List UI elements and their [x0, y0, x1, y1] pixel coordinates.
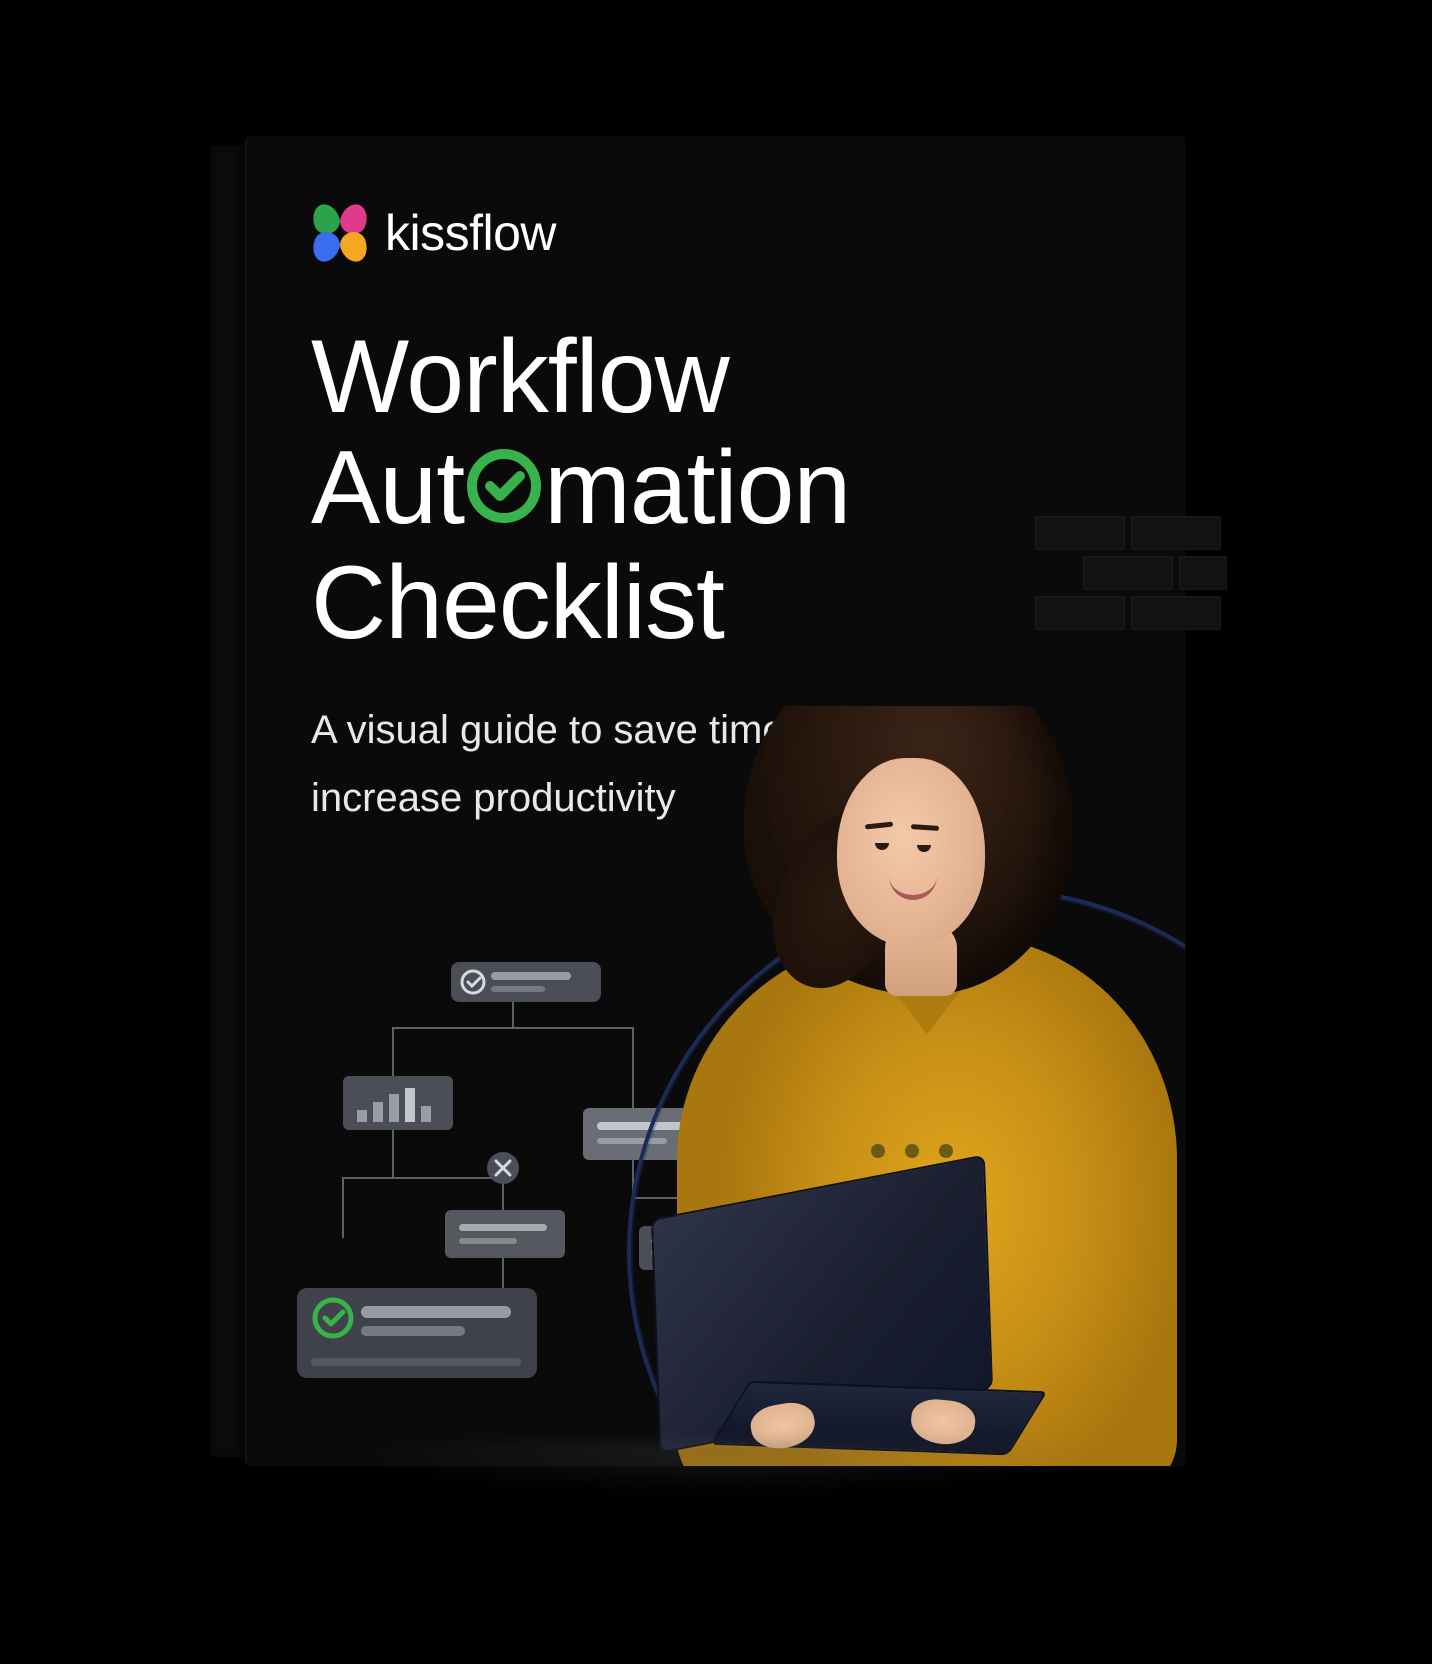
cover-title: Workflow Aut mation Checklist [311, 322, 850, 659]
canvas: kissflow Workflow Aut mation Checklist A… [0, 0, 1432, 1664]
brick-decoration [1035, 516, 1225, 656]
checkmark-o-icon [464, 436, 544, 547]
title-fragment: mation [544, 430, 850, 546]
title-line-2: Aut mation [311, 433, 850, 547]
laptop [655, 1186, 1035, 1466]
person-with-laptop-illustration [565, 706, 1185, 1466]
book-spine [210, 145, 245, 1457]
shirt-buttons [871, 1144, 953, 1158]
title-fragment: Aut [311, 430, 464, 546]
brand-logo: kissflow [311, 204, 556, 262]
title-line-3: Checklist [311, 548, 850, 659]
book-cover: kissflow Workflow Aut mation Checklist A… [245, 136, 1185, 1466]
brand-name: kissflow [385, 204, 556, 262]
face [837, 758, 985, 946]
title-line-1: Workflow [311, 322, 850, 433]
kissflow-butterfly-icon [311, 204, 369, 262]
